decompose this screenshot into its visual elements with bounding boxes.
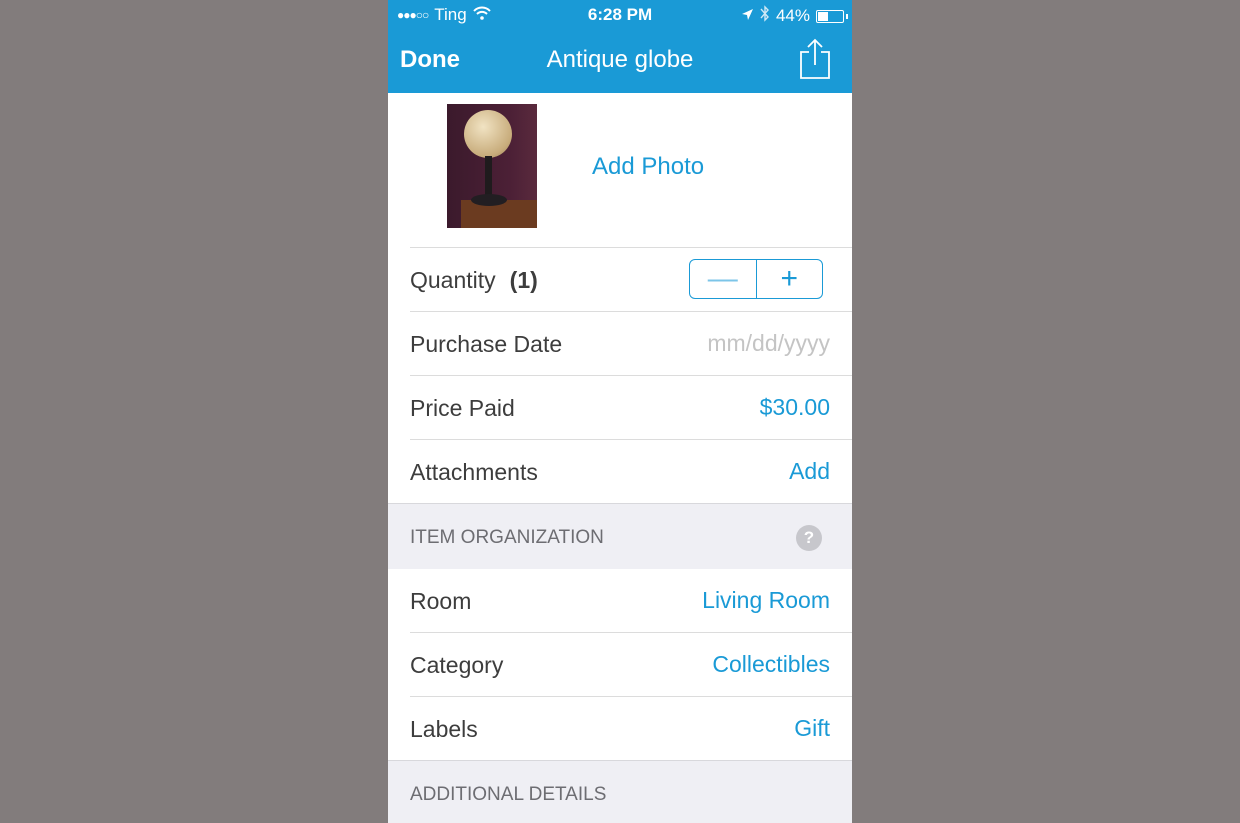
battery-percent: 44% xyxy=(775,6,810,25)
item-organization-header: ITEM ORGANIZATION ? xyxy=(388,503,852,569)
price-paid-row[interactable]: Price Paid $30.00 xyxy=(410,375,852,439)
room-value[interactable]: Living Room xyxy=(702,587,830,614)
section-title: ITEM ORGANIZATION xyxy=(410,527,604,548)
add-attachment-button[interactable]: Add xyxy=(789,458,830,485)
status-bar: ●●●○○ Ting 6:28 PM 44% xyxy=(388,0,852,30)
increment-button[interactable]: + xyxy=(757,260,823,298)
room-label: Room xyxy=(410,588,472,614)
purchase-date-row[interactable]: Purchase Date mm/dd/yyyy xyxy=(410,311,852,375)
help-icon[interactable]: ? xyxy=(796,525,822,551)
quantity-label: Quantity xyxy=(410,267,496,293)
purchase-date-label: Purchase Date xyxy=(410,331,563,357)
attachments-label: Attachments xyxy=(410,459,538,485)
decrement-button[interactable]: — xyxy=(690,260,757,298)
battery-icon xyxy=(816,9,848,23)
bluetooth-icon xyxy=(760,5,770,27)
add-photo-button[interactable]: Add Photo xyxy=(592,153,704,181)
location-arrow-icon xyxy=(741,6,754,26)
additional-details-header: ADDITIONAL DETAILS xyxy=(388,760,852,823)
section-title: ADDITIONAL DETAILS xyxy=(410,784,607,805)
labels-label: Labels xyxy=(410,716,478,742)
price-paid-value[interactable]: $30.00 xyxy=(760,394,830,421)
category-value[interactable]: Collectibles xyxy=(712,651,830,678)
labels-value[interactable]: Gift xyxy=(794,715,830,742)
purchase-date-field[interactable]: mm/dd/yyyy xyxy=(707,330,830,357)
category-row[interactable]: Category Collectibles xyxy=(410,632,852,696)
category-label: Category xyxy=(410,652,504,678)
room-row[interactable]: Room Living Room xyxy=(410,569,852,632)
share-icon[interactable] xyxy=(798,38,832,80)
labels-row[interactable]: Labels Gift xyxy=(410,696,852,760)
photo-row: Add Photo xyxy=(388,93,852,247)
page-title: Antique globe xyxy=(546,46,694,73)
price-paid-label: Price Paid xyxy=(410,395,515,421)
battery-fill xyxy=(818,11,829,21)
quantity-count: (1) xyxy=(509,267,538,293)
navigation-bar: Done Antique globe xyxy=(388,30,852,93)
quantity-row: Quantity (1) — + xyxy=(410,247,852,311)
attachments-row[interactable]: Attachments Add xyxy=(410,439,852,503)
top-bar: ●●●○○ Ting 6:28 PM 44% Done Antique glob… xyxy=(388,0,852,93)
phone-screen: ●●●○○ Ting 6:28 PM 44% Done Antique glob… xyxy=(388,0,852,823)
quantity-stepper: — + xyxy=(689,259,823,299)
item-photo-thumbnail[interactable] xyxy=(447,104,537,228)
